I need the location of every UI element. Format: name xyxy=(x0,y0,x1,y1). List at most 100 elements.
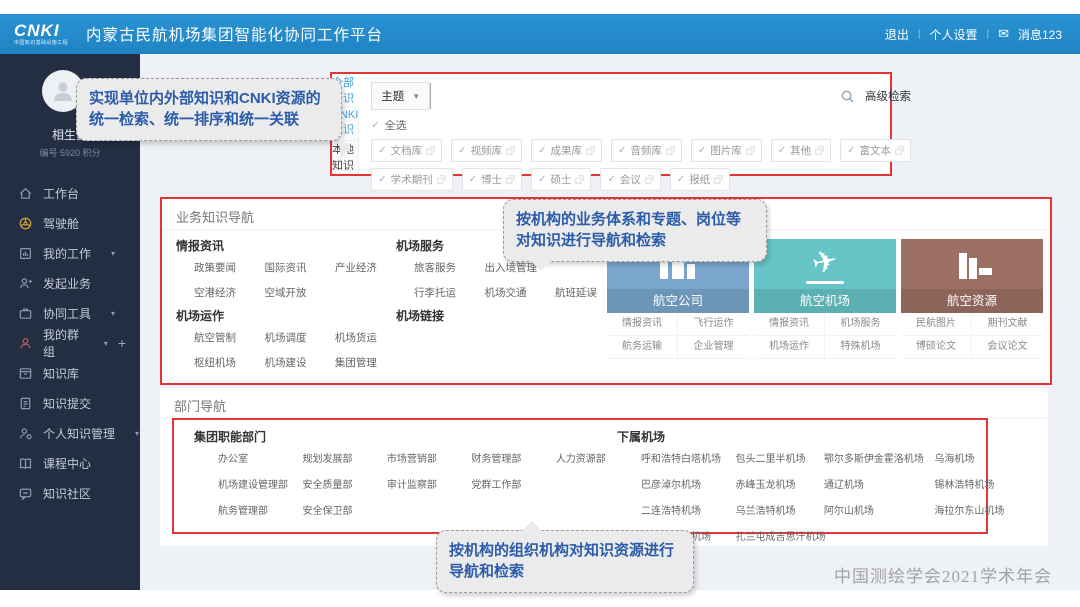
card-link[interactable]: 机场运作 xyxy=(754,336,825,359)
dept-link[interactable]: 审计监察部 xyxy=(387,473,467,499)
sidebar-item-course-center[interactable]: 课程中心 xyxy=(0,448,140,478)
card-link[interactable]: 会议论文 xyxy=(972,336,1043,359)
sidebar-item-start-business[interactable]: 发起业务 xyxy=(0,268,140,298)
airport-link[interactable]: 扎兰屯成吉思汗机场 xyxy=(735,525,819,551)
airport-link[interactable]: 海拉尔东山机场 xyxy=(934,499,1004,525)
chip-conference[interactable]: ✓会议 xyxy=(600,168,660,191)
airport-link[interactable]: 乌兰浩特机场 xyxy=(735,499,819,525)
nav-link[interactable]: 政策要闻 xyxy=(194,256,260,281)
chip-image-lib[interactable]: ✓图片库 xyxy=(691,139,762,162)
search-button[interactable] xyxy=(837,86,857,106)
message-icon[interactable]: ✉ xyxy=(998,26,1009,42)
card-aviation-resources-header[interactable]: 航空资源 xyxy=(901,239,1043,313)
airport-link[interactable]: 阿尔山机场 xyxy=(824,499,930,525)
card-link[interactable]: 民航图片 xyxy=(901,313,972,336)
airport-link[interactable]: 巴彦淖尔机场 xyxy=(641,473,731,499)
dept-link[interactable]: 规划发展部 xyxy=(302,447,382,473)
airport-link[interactable]: 包头二里半机场 xyxy=(735,447,819,473)
sidebar-item-knowledge-base[interactable]: 知识库 xyxy=(0,358,140,388)
dept-link[interactable]: 党群工作部 xyxy=(471,473,551,499)
search-field-value: 主题 xyxy=(381,88,404,104)
nav-link[interactable]: 机场建设 xyxy=(264,351,330,376)
watermark: 中国测绘学会2021学术年会 xyxy=(834,562,1052,587)
card-link[interactable]: 航务运输 xyxy=(607,336,678,359)
search-field-selector[interactable]: 主题 ▼ xyxy=(371,82,430,110)
airport-link[interactable]: 赤峰玉龙机场 xyxy=(735,473,819,499)
callout-business-nav: 按机构的业务体系和专题、岗位等对知识进行导航和检索 xyxy=(503,199,767,262)
card-link[interactable]: 企业管理 xyxy=(678,336,749,359)
card-link[interactable]: 机场服务 xyxy=(825,313,896,336)
check-icon: ✓ xyxy=(538,145,546,156)
card-link[interactable]: 特殊机场 xyxy=(825,336,896,359)
search-input[interactable] xyxy=(430,83,837,109)
chip-academic-journal[interactable]: ✓学术期刊 xyxy=(371,168,452,191)
nav-link[interactable]: 行李托运 xyxy=(414,281,480,306)
sidebar-item-my-work[interactable]: 我的工作 ▾ xyxy=(0,238,140,268)
sidebar-item-knowledge-submit[interactable]: 知识提交 xyxy=(0,388,140,418)
card-aviation-airport-header[interactable]: ✈ 航空机场 xyxy=(754,239,896,313)
nav-link[interactable]: 机场交通 xyxy=(484,281,550,306)
external-link-icon xyxy=(426,146,435,155)
sidebar-item-my-groups[interactable]: 我的群组 ▾ + xyxy=(0,328,140,358)
card-link[interactable]: 期刊文献 xyxy=(972,313,1043,336)
airport-link[interactable]: 锡林浩特机场 xyxy=(934,473,994,499)
dept-link[interactable]: 财务管理部 xyxy=(471,447,551,473)
card-title: 航空资源 xyxy=(901,289,1043,313)
sidebar-item-label: 知识社区 xyxy=(43,485,91,502)
dept-link[interactable]: 市场营销部 xyxy=(387,447,467,473)
chip-doctoral[interactable]: ✓博士 xyxy=(462,168,522,191)
sidebar-item-personal-km[interactable]: 个人知识管理 ▾ xyxy=(0,418,140,448)
airport-link[interactable]: 通辽机场 xyxy=(824,473,930,499)
nav-link[interactable]: 航空管制 xyxy=(194,326,260,351)
sidebar-item-collab-tools[interactable]: 协同工具 ▾ xyxy=(0,298,140,328)
card-aviation-resources: 航空资源 民航图片 期刊文献 博硕论文 会议论文 xyxy=(901,239,1043,359)
logout-link[interactable]: 退出 xyxy=(885,26,909,43)
nav-link[interactable]: 产业经济 xyxy=(335,256,401,281)
chip-masters[interactable]: ✓硕士 xyxy=(531,168,591,191)
chip-document-lib[interactable]: ✓文档库 xyxy=(371,139,442,162)
card-link[interactable]: 情报资讯 xyxy=(754,313,825,336)
chip-richtext[interactable]: ✓富文本 xyxy=(840,139,911,162)
chip-audio-lib[interactable]: ✓音频库 xyxy=(611,139,682,162)
dept-link[interactable]: 安全质量部 xyxy=(302,473,382,499)
card-link[interactable]: 情报资讯 xyxy=(607,313,678,336)
chip-other[interactable]: ✓其他 xyxy=(771,139,831,162)
books-icon xyxy=(950,251,994,281)
sidebar-item-cockpit[interactable]: 驾驶舱 xyxy=(0,208,140,238)
sidebar-item-label: 我的工作 xyxy=(43,245,91,262)
section-title: 业务知识导航 xyxy=(176,207,254,226)
messages-link[interactable]: 消息123 xyxy=(1018,26,1062,43)
airport-link[interactable]: 二连浩特机场 xyxy=(641,499,731,525)
airport-link[interactable]: 呼和浩特白塔机场 xyxy=(641,447,731,473)
card-link[interactable]: 博硕论文 xyxy=(901,336,972,359)
personal-settings-link[interactable]: 个人设置 xyxy=(929,26,977,43)
nav-link[interactable]: 国际资讯 xyxy=(264,256,330,281)
dept-link[interactable]: 办公室 xyxy=(218,447,298,473)
dept-link[interactable]: 安全保卫部 xyxy=(302,499,382,525)
nav-link[interactable]: 旅客服务 xyxy=(414,256,480,281)
airport-link[interactable]: 鄂尔多斯伊金霍洛机场 xyxy=(824,447,930,473)
sidebar-item-label: 发起业务 xyxy=(43,275,91,292)
nav-link[interactable]: 枢纽机场 xyxy=(194,351,260,376)
select-all-checkbox[interactable]: ✓ 全选 xyxy=(371,117,911,133)
airport-link[interactable]: 乌海机场 xyxy=(934,447,974,473)
nav-link[interactable]: 空港经济 xyxy=(194,281,260,306)
sidebar-item-workbench[interactable]: 工作台 xyxy=(0,178,140,208)
dept-link[interactable]: 航务管理部 xyxy=(218,499,298,525)
card-link[interactable]: 飞行运作 xyxy=(678,313,749,336)
chevron-down-icon: ▾ xyxy=(104,339,108,348)
select-all-label: 全选 xyxy=(385,117,407,133)
cnki-logo[interactable]: CNKI 中国知识基础设施工程 xyxy=(14,22,68,46)
sidebar-item-label: 协同工具 xyxy=(43,305,91,322)
advanced-search-link[interactable]: 高级检索 xyxy=(865,88,911,104)
dept-link[interactable]: 机场建设管理部 xyxy=(218,473,298,499)
nav-link[interactable]: 空域开放 xyxy=(264,281,330,306)
chip-video-lib[interactable]: ✓视频库 xyxy=(451,139,522,162)
chip-newspaper[interactable]: ✓报纸 xyxy=(670,168,730,191)
nav-link[interactable]: 机场调度 xyxy=(264,326,330,351)
sidebar-item-knowledge-community[interactable]: 知识社区 xyxy=(0,478,140,508)
nav-link[interactable]: 集团管理 xyxy=(335,351,401,376)
chip-achievement-lib[interactable]: ✓成果库 xyxy=(531,139,602,162)
nav-link[interactable]: 机场货运 xyxy=(335,326,401,351)
add-group-button[interactable]: + xyxy=(118,335,126,351)
